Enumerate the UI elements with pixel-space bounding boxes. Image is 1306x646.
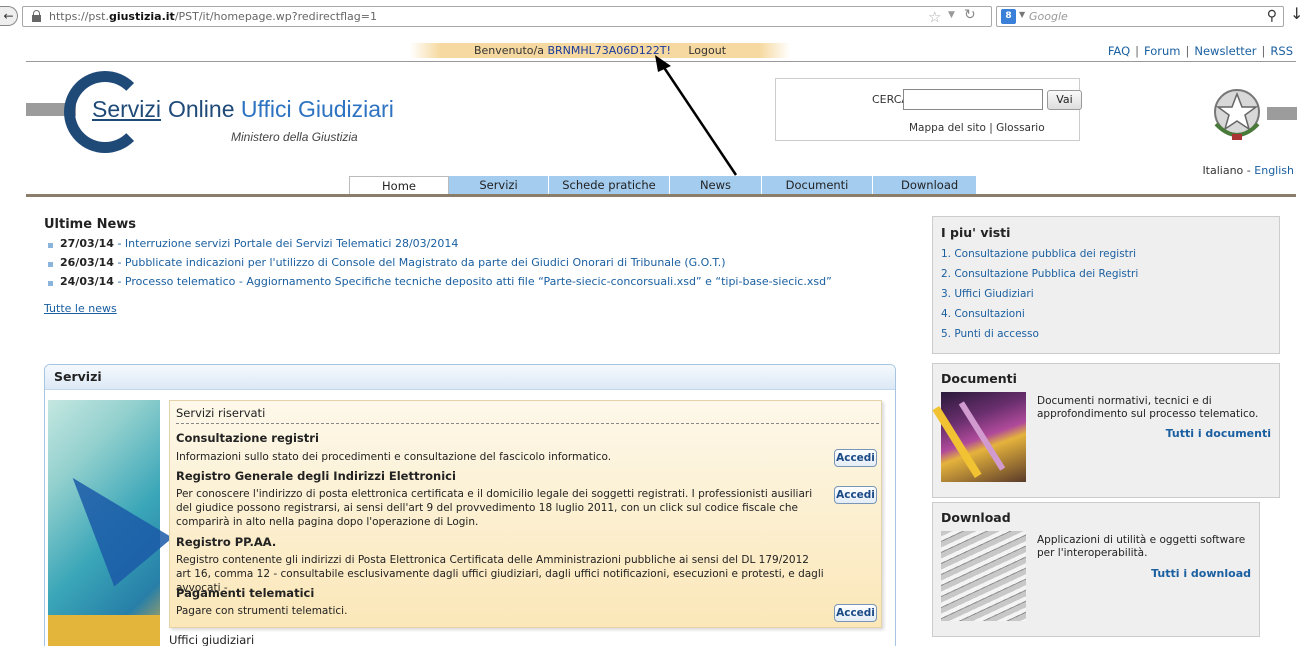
servizi-image xyxy=(45,400,173,646)
tab-download[interactable]: Download xyxy=(873,176,977,195)
tab-home[interactable]: Home xyxy=(349,176,449,195)
history-dropdown-icon[interactable]: ▼ xyxy=(948,10,955,20)
news-item[interactable]: 24/03/14 - Processo telematico - Aggiorn… xyxy=(48,275,832,294)
reload-icon[interactable]: ↻ xyxy=(964,7,976,23)
tab-schede-pratiche[interactable]: Schede pratiche xyxy=(549,176,670,195)
logo-title[interactable]: Online Uffici Giudiziari xyxy=(168,96,394,123)
header-divider xyxy=(26,61,1296,62)
download-heading: Download xyxy=(941,510,1011,525)
cursor-arrow-icon xyxy=(45,453,173,587)
back-arrow-icon[interactable]: ← xyxy=(0,6,18,26)
servizi-panel: Servizi Servizi riservati Consultazione … xyxy=(44,364,896,646)
all-news-link[interactable]: Tutte le news xyxy=(44,302,117,315)
logo-bar-right xyxy=(1267,107,1297,120)
magnifier-icon[interactable]: ⚲ xyxy=(1267,8,1277,24)
news-list: 27/03/14 - Interruzione servizi Portale … xyxy=(48,237,832,294)
site-search-panel: CERCA Vai Mappa del sito | Glossario xyxy=(775,78,1082,141)
italian-emblem-icon xyxy=(1214,89,1260,140)
piu-visti-panel: I piu' visti 1. Consultazione pubblica d… xyxy=(932,216,1280,354)
service-desc-consultazione: Informazioni sullo stato dei procediment… xyxy=(176,451,612,463)
all-documents-link[interactable]: Tutti i documenti xyxy=(1166,427,1271,440)
lang-en-link[interactable]: English xyxy=(1254,164,1294,177)
top-links: FAQ | Forum | Newsletter | RSS xyxy=(1107,44,1293,58)
download-arrow-icon[interactable]: ↓ xyxy=(1290,4,1303,23)
piu-visti-item[interactable]: 5. Punti di accesso xyxy=(941,327,1138,347)
search-button[interactable]: Vai xyxy=(1047,90,1082,110)
newsletter-link[interactable]: Newsletter xyxy=(1194,44,1256,58)
address-bar[interactable]: https://pst.giustizia.it/PST/it/homepage… xyxy=(22,6,992,27)
download-description: Applicazioni di utilità e oggetti softwa… xyxy=(1037,534,1246,559)
lock-icon xyxy=(32,10,41,22)
news-item[interactable]: 27/03/14 - Interruzione servizi Portale … xyxy=(48,237,832,256)
all-downloads-link[interactable]: Tutti i download xyxy=(1151,567,1251,580)
service-desc-reginde: Per conoscere l'indirizzo di posta elett… xyxy=(176,488,813,528)
tab-servizi[interactable]: Servizi xyxy=(449,176,549,195)
documenti-description: Documenti normativi, tecnici e di approf… xyxy=(1037,395,1259,420)
service-title-registro-ppaa: Registro PP.AA. xyxy=(176,535,277,549)
service-title-pagamenti: Pagamenti telematici xyxy=(176,586,315,600)
keyboard-image xyxy=(941,531,1026,621)
forum-link[interactable]: Forum xyxy=(1144,44,1180,58)
servizi-riservati-heading: Servizi riservati xyxy=(176,406,879,424)
bullet-icon xyxy=(48,281,53,286)
service-desc-pagamenti: Pagare con strumenti telematici. xyxy=(176,605,348,617)
download-panel: Download Applicazioni di utilità e ogget… xyxy=(932,502,1260,637)
glossary-link[interactable]: Glossario xyxy=(996,122,1045,134)
accedi-consultazione-button[interactable]: Accedi xyxy=(834,449,877,467)
nav-divider xyxy=(26,194,1296,197)
search-engine-dropdown-icon[interactable]: ▼ xyxy=(1019,10,1025,19)
search-engine-icon[interactable]: 8 xyxy=(1001,9,1016,24)
servizi-riservati-box: Servizi riservati Consultazione registri… xyxy=(169,400,882,628)
logout-link[interactable]: Logout xyxy=(688,44,726,57)
servizi-heading: Servizi xyxy=(45,365,895,390)
sitemap-links: Mappa del sito | Glossario xyxy=(909,122,1045,134)
documenti-panel: Documenti Documenti normativi, tecnici e… xyxy=(932,363,1280,498)
search-input[interactable] xyxy=(903,89,1043,110)
news-heading: Ultime News xyxy=(44,217,137,232)
bullet-icon xyxy=(48,262,53,267)
logo-servizi[interactable]: Servizi xyxy=(92,96,161,123)
tab-news[interactable]: News xyxy=(670,176,762,195)
language-switch: Italiano - English xyxy=(1202,164,1294,177)
bookmark-star-icon[interactable]: ☆ xyxy=(928,8,941,26)
url-text: https://pst.giustizia.it/PST/it/homepage… xyxy=(49,10,377,23)
service-title-reginde: Registro Generale degli Indirizzi Elettr… xyxy=(176,469,456,483)
piu-visti-item[interactable]: 3. Uffici Giudiziari xyxy=(941,287,1138,307)
bullet-icon xyxy=(48,243,53,248)
faq-link[interactable]: FAQ xyxy=(1108,44,1130,58)
accedi-reginde-button[interactable]: Accedi xyxy=(834,486,877,504)
tab-documenti[interactable]: Documenti xyxy=(762,176,873,195)
welcome-bar: Benvenuto/a BRNMHL73A06D122T! Logout xyxy=(410,43,790,58)
main-nav: Home Servizi Schede pratiche News Docume… xyxy=(349,176,977,195)
piu-visti-item[interactable]: 1. Consultazione pubblica dei registri xyxy=(941,247,1138,267)
piu-visti-item[interactable]: 2. Consultazione Pubblica dei Registri xyxy=(941,267,1138,287)
news-item[interactable]: 26/03/14 - Pubblicate indicazioni per l'… xyxy=(48,256,832,275)
user-code: BRNMHL73A06D122T! xyxy=(547,44,671,57)
uffici-giudiziari-heading: Uffici giudiziari xyxy=(169,633,255,646)
accedi-pagamenti-button[interactable]: Accedi xyxy=(834,604,877,622)
piu-visti-heading: I piu' visti xyxy=(941,225,1011,240)
service-title-consultazione: Consultazione registri xyxy=(176,431,319,445)
piu-visti-list: 1. Consultazione pubblica dei registri 2… xyxy=(941,247,1138,347)
logo-subtitle: Ministero della Giustizia xyxy=(231,130,358,144)
documenti-image xyxy=(932,392,1026,482)
browser-search-placeholder: Google xyxy=(1029,10,1068,23)
rss-link[interactable]: RSS xyxy=(1270,44,1293,58)
welcome-label: Benvenuto/a xyxy=(473,44,544,57)
sitemap-link[interactable]: Mappa del sito xyxy=(909,122,986,134)
documenti-heading: Documenti xyxy=(941,371,1017,386)
browser-search-box[interactable]: 8 ▼ Google ⚲ xyxy=(996,6,1284,27)
piu-visti-item[interactable]: 4. Consultazioni xyxy=(941,307,1138,327)
lang-it-link[interactable]: Italiano xyxy=(1202,164,1243,177)
browser-toolbar: ← https://pst.giustizia.it/PST/it/homepa… xyxy=(0,0,1306,32)
